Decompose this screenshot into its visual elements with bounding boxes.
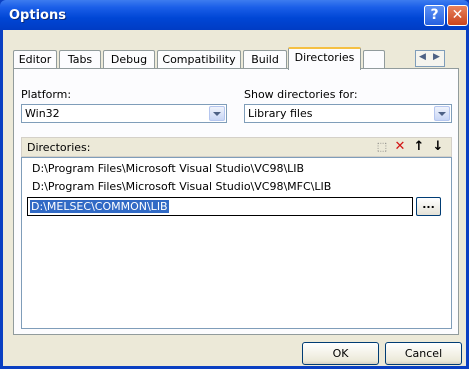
tab-build[interactable]: Build bbox=[243, 50, 287, 69]
dialog-client-area: Editor Tabs Debug Compatibility Build Di… bbox=[3, 30, 466, 366]
show-dirs-select[interactable]: Library files bbox=[244, 104, 452, 123]
cancel-button[interactable]: Cancel bbox=[385, 342, 462, 365]
move-down-icon[interactable]: ↓ bbox=[431, 140, 445, 154]
tab-debug[interactable]: Debug bbox=[103, 50, 155, 69]
tab-directories[interactable]: Directories bbox=[288, 47, 361, 70]
tab-strip: Editor Tabs Debug Compatibility Build Di… bbox=[13, 47, 413, 70]
directory-edit-value[interactable]: D:\MELSEC\COMMON\LIB bbox=[30, 200, 169, 213]
tab-tabs[interactable]: Tabs bbox=[59, 50, 101, 69]
move-up-icon[interactable]: ↑ bbox=[412, 140, 426, 154]
list-item[interactable]: D:\Program Files\Microsoft Visual Studio… bbox=[32, 162, 304, 175]
window-title: Options bbox=[9, 8, 66, 23]
ok-button[interactable]: OK bbox=[302, 342, 379, 365]
scroll-right-icon[interactable]: ▶ bbox=[433, 52, 440, 62]
delete-icon[interactable]: ✕ bbox=[393, 140, 407, 154]
new-folder-icon[interactable]: ⬚ bbox=[375, 140, 389, 154]
tab-partial[interactable] bbox=[363, 50, 385, 69]
tab-compatibility[interactable]: Compatibility bbox=[157, 50, 241, 69]
chevron-down-icon[interactable] bbox=[434, 106, 450, 121]
tab-scroll-buttons[interactable]: ◀ ▶ bbox=[415, 50, 445, 67]
show-dirs-label: Show directories for: bbox=[244, 88, 358, 101]
scroll-left-icon[interactable]: ◀ bbox=[419, 52, 426, 62]
directories-label: Directories: bbox=[27, 141, 91, 154]
platform-value: Win32 bbox=[25, 107, 60, 120]
directories-header: Directories: ⬚ ✕ ↑ ↓ bbox=[21, 137, 452, 157]
help-button[interactable]: ? bbox=[424, 5, 445, 26]
show-dirs-value: Library files bbox=[248, 107, 313, 120]
browse-button[interactable]: ... bbox=[416, 197, 441, 216]
directory-edit-field[interactable]: D:\MELSEC\COMMON\LIB bbox=[27, 197, 413, 216]
chevron-down-icon[interactable] bbox=[209, 106, 225, 121]
platform-select[interactable]: Win32 bbox=[21, 104, 227, 123]
directories-list[interactable]: D:\Program Files\Microsoft Visual Studio… bbox=[21, 157, 452, 329]
close-button[interactable]: ✕ bbox=[447, 5, 468, 26]
options-dialog: Options ? ✕ Editor Tabs Debug Compatibil… bbox=[0, 0, 469, 369]
title-bar[interactable]: Options ? ✕ bbox=[0, 0, 469, 30]
tab-editor[interactable]: Editor bbox=[13, 50, 57, 69]
platform-label: Platform: bbox=[21, 88, 72, 101]
list-item[interactable]: D:\Program Files\Microsoft Visual Studio… bbox=[32, 180, 331, 193]
